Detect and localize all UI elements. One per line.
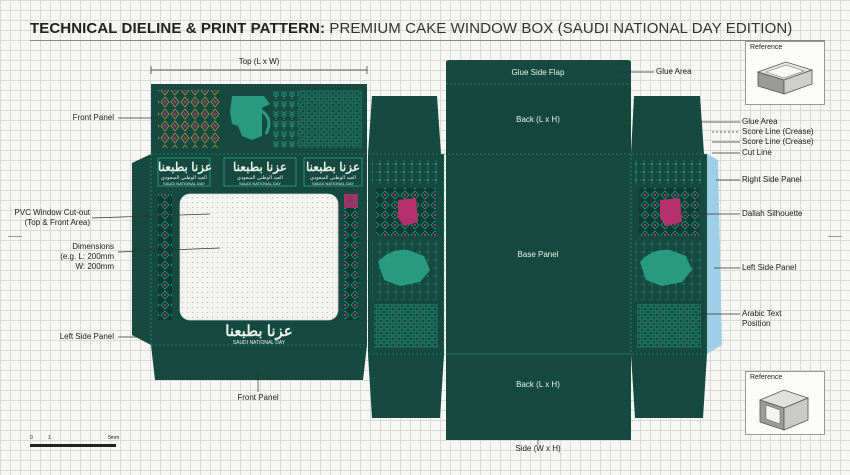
pvc-window-cutout bbox=[179, 193, 339, 321]
national-day-tag-3: SAUDI NATIONAL DAY bbox=[312, 181, 354, 186]
label-dallah: Dallah Silhouette bbox=[742, 209, 803, 218]
dallah-silhouette-right bbox=[660, 198, 682, 226]
reference-thumbnail-top: Reference bbox=[745, 41, 825, 105]
label-left-side-panel-right: Left Side Panel bbox=[742, 263, 797, 272]
scale-bar-line bbox=[30, 444, 116, 447]
national-day-tag-1: SAUDI NATIONAL DAY bbox=[163, 181, 205, 186]
right-flap-upper bbox=[631, 96, 704, 154]
label-pvc-window: PVC Window Cut-out (Top & Front Area) bbox=[14, 208, 90, 227]
scale-bar: 0 1 5mm bbox=[30, 435, 119, 447]
label-glue-side-flap: Glue Side Flap bbox=[511, 68, 565, 77]
dieline-diagram bbox=[91, 60, 740, 445]
label-left-side-panel: Left Side Panel bbox=[59, 332, 114, 341]
label-back-upper: Back (L x H) bbox=[516, 115, 560, 124]
label-back-lower: Back (L x H) bbox=[516, 380, 560, 389]
top-diamond-pattern bbox=[158, 90, 220, 148]
top-square-pattern bbox=[298, 90, 362, 148]
reference-thumbnail-bottom: Reference bbox=[745, 371, 825, 435]
scale-start: 0 bbox=[30, 435, 33, 441]
glue-area-strip bbox=[707, 154, 722, 354]
right-border-pattern bbox=[344, 194, 358, 320]
national-day-tag-2: SAUDI NATIONAL DAY bbox=[239, 181, 281, 186]
open-box-icon bbox=[756, 61, 814, 95]
label-score-line-2: Score Line (Crease) bbox=[742, 137, 814, 146]
label-front-panel-lower: Front Panel bbox=[237, 393, 279, 402]
side-flap-upper bbox=[368, 96, 441, 154]
right-side-squares bbox=[637, 304, 701, 348]
dallah-silhouette-left bbox=[398, 198, 418, 226]
label-dimensions: Dimensions (e.g. L: 200mm W: 200mm bbox=[60, 242, 114, 271]
arabic-logo-front: عزنا بطبعنا bbox=[225, 323, 293, 340]
label-front-panel-upper: Front Panel bbox=[72, 113, 114, 122]
label-top: Top (L x W) bbox=[238, 57, 280, 66]
left-border-pattern bbox=[158, 194, 172, 320]
left-side-squares bbox=[374, 304, 438, 348]
label-glue-area-1: Glue Area bbox=[656, 67, 692, 76]
label-arabic-text: Arabic Text Position bbox=[742, 309, 782, 328]
side-flap-lower bbox=[368, 354, 444, 418]
front-panel-flap bbox=[151, 345, 367, 380]
arabic-logo-3: عزنا بطبعنا bbox=[306, 160, 360, 174]
scale-mid: 1 bbox=[48, 435, 51, 441]
right-side-circuit-top bbox=[635, 160, 703, 184]
label-score-line-1: Score Line (Crease) bbox=[742, 127, 814, 136]
national-day-front: SAUDI NATIONAL DAY bbox=[232, 340, 286, 346]
label-side-bottom: Side (W x H) bbox=[515, 444, 561, 453]
arabic-logo-1: عزنا بطبعنا bbox=[158, 160, 212, 174]
back-panel-lower bbox=[446, 354, 631, 440]
closed-box-icon bbox=[758, 389, 810, 431]
label-right-side-panel: Right Side Panel bbox=[742, 175, 802, 184]
right-flap-lower bbox=[631, 354, 707, 418]
scale-end: 5mm bbox=[108, 435, 120, 441]
left-side-circuit-top bbox=[372, 160, 440, 184]
label-cut-line: Cut Line bbox=[742, 148, 772, 157]
label-glue-area-2: Glue Area bbox=[742, 117, 778, 126]
arabic-logo-2: عزنا بطبعنا bbox=[233, 160, 287, 174]
label-base-panel: Base Panel bbox=[517, 250, 559, 259]
top-palm-pattern bbox=[272, 90, 298, 148]
